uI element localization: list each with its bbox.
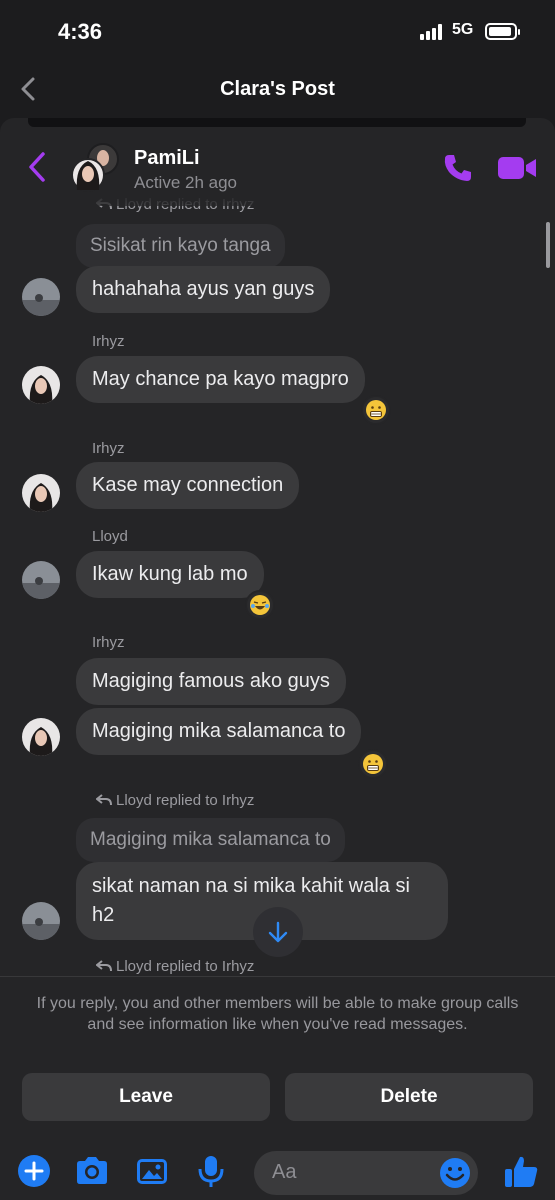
reply-header: Lloyd replied to Irhyz (96, 792, 254, 809)
avatar-lloyd[interactable] (22, 902, 60, 940)
nav-bar: Clara's Post (0, 62, 555, 118)
sender-name: Irhyz (92, 634, 125, 651)
quoted-message[interactable]: Magiging mika salamanca to (76, 818, 345, 862)
emoji-icon[interactable] (438, 1156, 472, 1190)
like-icon[interactable] (502, 1153, 540, 1191)
message-input[interactable]: Aa (254, 1151, 478, 1195)
reply-header-text: Lloyd replied to Irhyz (116, 792, 255, 809)
avatar-lloyd[interactable] (22, 561, 60, 599)
avatar-lloyd[interactable] (22, 278, 60, 316)
sender-name: Lloyd (92, 528, 128, 545)
network-type: 5G (452, 21, 474, 38)
avatar-irhyz[interactable] (22, 366, 60, 404)
sender-name: Irhyz (92, 440, 125, 457)
message-bubble[interactable]: Kase may connection (76, 462, 300, 509)
reply-notice: If you reply, you and other members will… (36, 995, 519, 1033)
page-title: Clara's Post (220, 78, 335, 100)
active-status: Active 2h ago (134, 173, 238, 192)
arrow-down-icon (268, 921, 288, 943)
scroll-to-bottom-button[interactable] (253, 907, 303, 957)
reply-icon (96, 794, 112, 806)
message-bubble[interactable]: hahahaha ayus yan guys (76, 266, 331, 313)
back-chevron-icon[interactable] (26, 150, 48, 184)
message-bubble[interactable]: Magiging mika salamanca to (76, 708, 362, 755)
message-list[interactable]: Lloyd replied to Irhyz Sisikat rin kayo … (0, 118, 555, 976)
chat-card: Lloyd replied to Irhyz Sisikat rin kayo … (0, 118, 555, 976)
reply-header-text: Lloyd replied to Irhyz (116, 958, 255, 975)
photo-gallery-icon[interactable] (134, 1153, 170, 1189)
composer-bar: Aa (0, 1145, 555, 1200)
scrollbar[interactable] (546, 222, 550, 268)
group-avatar[interactable] (70, 142, 122, 194)
reply-header: Lloyd replied to Irhyz (96, 958, 254, 975)
quoted-message[interactable]: Sisikat rin kayo tanga (76, 224, 285, 268)
message-bubble[interactable]: Ikaw kung lab mo (76, 551, 264, 598)
crying-laughing-emoji-icon (250, 595, 270, 615)
camera-icon[interactable] (74, 1153, 110, 1189)
grimacing-emoji-icon (363, 754, 383, 774)
chat-header: PamiLi Active 2h ago (0, 140, 555, 206)
avatar-irhyz[interactable] (22, 474, 60, 512)
signal-icon (420, 24, 448, 40)
reaction-badge[interactable] (361, 395, 391, 425)
reaction-badge[interactable] (358, 749, 388, 779)
status-time: 4:36 (58, 19, 103, 44)
video-call-icon[interactable] (497, 153, 537, 183)
leave-button[interactable]: Leave (22, 1073, 270, 1121)
phone-call-icon[interactable] (442, 152, 474, 184)
reaction-badge[interactable] (245, 590, 275, 620)
avatar-irhyz[interactable] (22, 718, 60, 756)
microphone-icon[interactable] (193, 1153, 229, 1189)
sender-name: Irhyz (92, 333, 125, 350)
input-placeholder: Aa (272, 1161, 297, 1183)
footer-panel: If you reply, you and other members will… (0, 976, 555, 1200)
status-bar: 4:36 5G (0, 0, 555, 62)
message-bubble[interactable]: May chance pa kayo magpro (76, 356, 365, 403)
chat-name: PamiLi (134, 147, 200, 169)
battery-icon (485, 23, 520, 40)
grimacing-emoji-icon (366, 400, 386, 420)
reply-icon (96, 960, 112, 972)
delete-button[interactable]: Delete (285, 1073, 533, 1121)
plus-icon[interactable] (16, 1153, 52, 1189)
message-bubble[interactable]: Magiging famous ako guys (76, 658, 346, 705)
